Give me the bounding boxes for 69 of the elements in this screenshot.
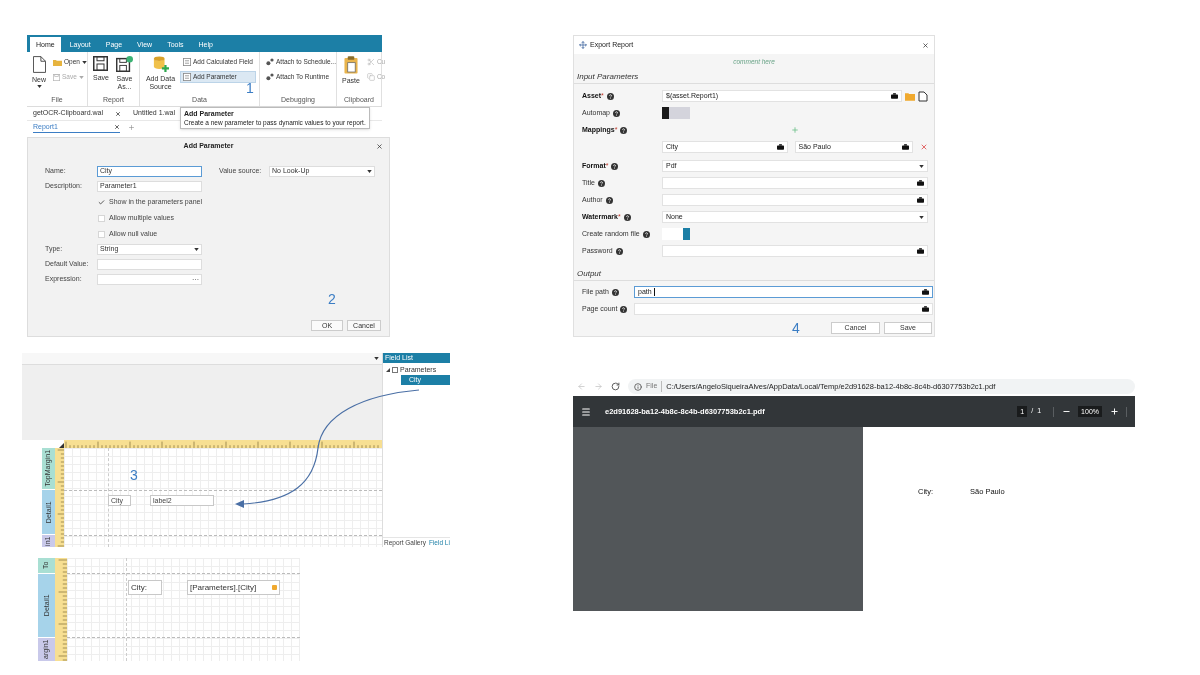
briefcase-icon[interactable]: [917, 248, 924, 254]
briefcase-icon[interactable]: [922, 306, 929, 312]
briefcase-icon[interactable]: [917, 180, 924, 186]
move-icon: [579, 41, 587, 49]
corner-triangle-icon: [59, 443, 64, 448]
zoom-in-icon[interactable]: [1110, 407, 1119, 416]
folder-icon: [53, 58, 62, 66]
input-field[interactable]: [662, 194, 928, 206]
help-icon[interactable]: [613, 109, 621, 117]
help-icon[interactable]: [606, 92, 614, 100]
step-number: 1: [246, 80, 254, 96]
reload-icon[interactable]: [611, 382, 620, 391]
remove-icon[interactable]: [920, 143, 928, 151]
database-plus-icon: [152, 56, 169, 72]
input-field[interactable]: [662, 245, 928, 257]
report-label[interactable]: City:: [128, 580, 162, 595]
section-heading: Input Parameters: [577, 70, 639, 83]
section-heading: Output: [577, 267, 601, 280]
briefcase-icon[interactable]: [891, 93, 898, 99]
help-icon[interactable]: [605, 196, 613, 204]
input-field[interactable]: [97, 259, 202, 270]
briefcase-icon[interactable]: [922, 289, 929, 295]
checkbox[interactable]: [98, 198, 105, 206]
step-number: 2: [328, 291, 336, 307]
caret-icon: [194, 248, 199, 251]
scissors-icon: [366, 58, 375, 66]
input-field[interactable]: [662, 177, 928, 189]
briefcase-icon[interactable]: [776, 144, 784, 150]
tag-icon: [272, 585, 277, 590]
help-icon[interactable]: [642, 230, 650, 238]
toggle-switch[interactable]: [662, 107, 690, 119]
help-icon[interactable]: [611, 162, 619, 170]
help-icon[interactable]: [623, 213, 631, 221]
close-icon[interactable]: [922, 41, 929, 49]
toggle-switch[interactable]: [662, 228, 690, 240]
help-icon[interactable]: [615, 247, 623, 255]
document-icon[interactable]: [918, 90, 928, 102]
dots-icon: [266, 73, 274, 81]
dots-icon: [266, 58, 274, 66]
caret-icon: [919, 164, 924, 168]
briefcase-icon[interactable]: [917, 197, 924, 203]
close-icon[interactable]: [375, 142, 383, 150]
input-field[interactable]: [634, 303, 933, 315]
step-number: 4: [792, 320, 800, 336]
briefcase-icon[interactable]: [902, 144, 910, 150]
help-icon[interactable]: [611, 288, 619, 296]
field-box-icon: [183, 58, 191, 66]
help-icon[interactable]: [597, 179, 605, 187]
close-icon[interactable]: [115, 110, 122, 117]
floppy-disk-badge-icon: [116, 56, 133, 72]
checkbox[interactable]: [98, 214, 105, 222]
step-number: 3: [130, 467, 138, 483]
report-label[interactable]: [Parameters].[City]: [187, 580, 280, 595]
help-icon[interactable]: [620, 126, 628, 134]
caret-icon: [374, 357, 379, 360]
menu-icon[interactable]: [581, 406, 591, 417]
caret-icon: [367, 170, 372, 173]
document-icon: [32, 56, 46, 73]
field-box-icon: [183, 73, 191, 81]
help-icon[interactable]: [620, 305, 628, 313]
clipboard-icon: [343, 56, 358, 74]
parameter-box-icon: [392, 367, 398, 373]
checkbox[interactable]: [98, 230, 105, 238]
copy-icon: [366, 73, 375, 81]
close-icon[interactable]: [114, 124, 120, 130]
expanded-triangle-icon[interactable]: [386, 368, 390, 372]
caret-icon: [919, 215, 924, 219]
info-icon[interactable]: [634, 382, 642, 391]
text-cursor: [653, 288, 655, 296]
